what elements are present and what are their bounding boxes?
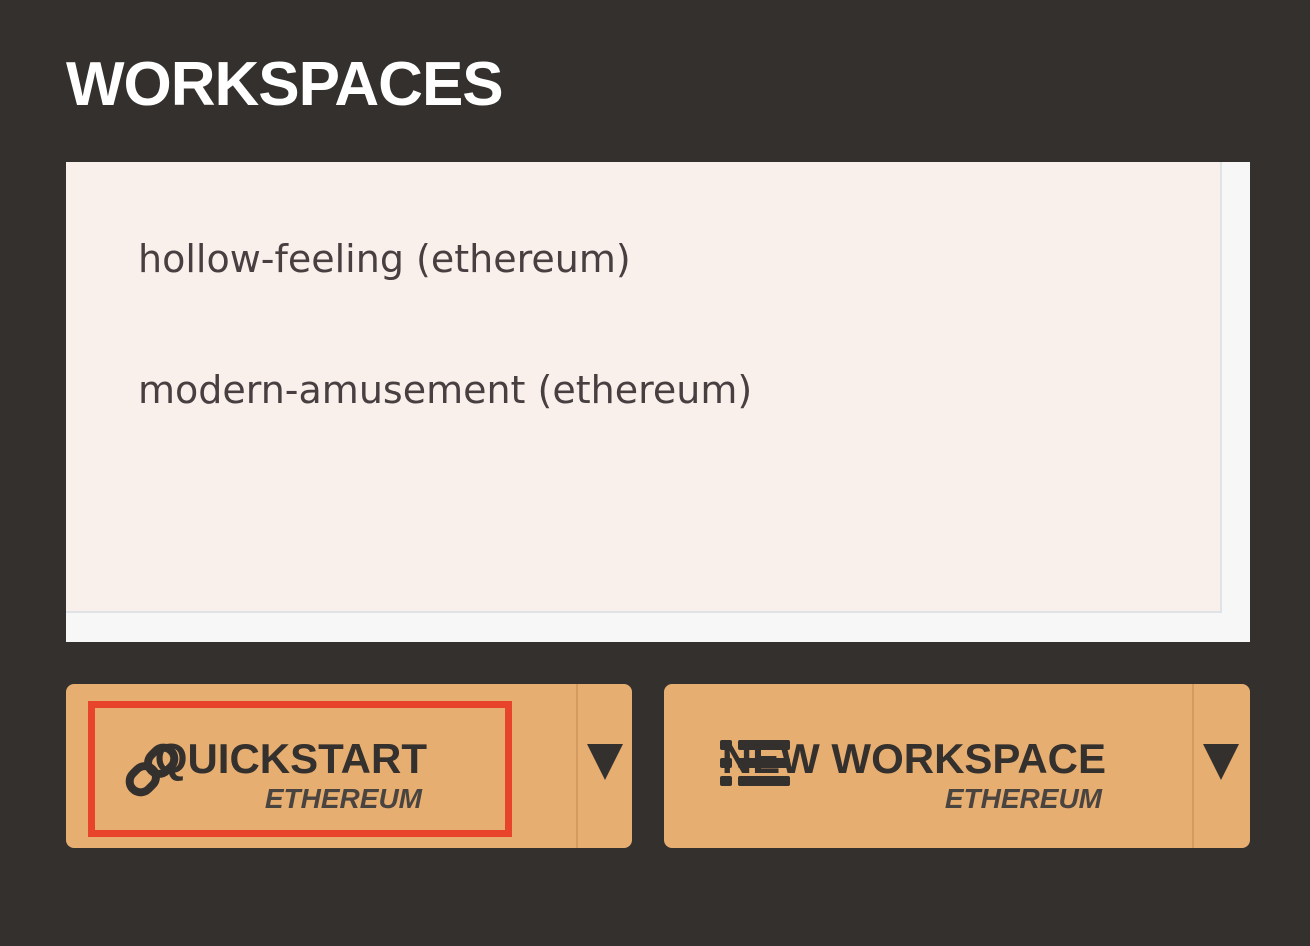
caret-down-icon xyxy=(1203,744,1239,780)
caret-down-icon xyxy=(587,744,623,780)
quickstart-dropdown-button[interactable] xyxy=(578,684,632,848)
new-workspace-button[interactable]: NEW WORKSPACE ETHEREUM xyxy=(664,684,1192,848)
new-workspace-sublabel: ETHEREUM xyxy=(944,783,1102,814)
quickstart-button-group: QUICKSTART ETHEREUM xyxy=(66,684,632,848)
new-workspace-label: NEW WORKSPACE xyxy=(721,735,1106,782)
workspace-list[interactable]: hollow-feeling (ethereum) modern-amuseme… xyxy=(66,162,1222,613)
quickstart-label: QUICKSTART xyxy=(154,735,427,782)
new-workspace-dropdown-button[interactable] xyxy=(1194,684,1250,848)
page-title: WORKSPACES xyxy=(66,50,504,119)
workspace-item-modern-amusement[interactable]: modern-amusement (ethereum) xyxy=(138,367,752,413)
workspace-list-panel: hollow-feeling (ethereum) modern-amuseme… xyxy=(66,162,1250,642)
workspaces-screen: WORKSPACES hollow-feeling (ethereum) mod… xyxy=(0,0,1310,946)
quickstart-button[interactable]: QUICKSTART ETHEREUM xyxy=(66,684,576,848)
workspace-item-hollow-feeling[interactable]: hollow-feeling (ethereum) xyxy=(138,236,631,282)
quickstart-sublabel: ETHEREUM xyxy=(264,783,422,814)
new-workspace-button-group: NEW WORKSPACE ETHEREUM xyxy=(664,684,1250,848)
